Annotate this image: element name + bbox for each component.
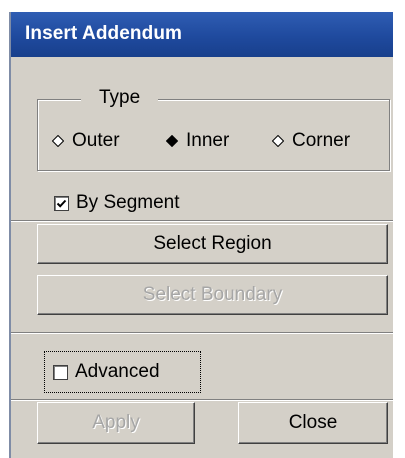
advanced-checkbox[interactable]: Advanced — [44, 351, 201, 393]
radio-inner-label: Inner — [186, 130, 230, 151]
radio-corner-label: Corner — [292, 130, 351, 151]
radio-outer-diamond-icon — [50, 133, 66, 149]
radio-corner-diamond-icon — [270, 133, 286, 149]
radio-inner[interactable]: Inner — [164, 130, 229, 152]
close-button[interactable]: Close — [238, 402, 388, 444]
select-boundary-button[interactable]: Select Boundary — [37, 275, 388, 315]
by-segment-checkbox[interactable]: By Segment — [54, 192, 180, 214]
advanced-label: Advanced — [75, 361, 160, 382]
window-title: Insert Addendum — [25, 23, 183, 44]
radio-corner[interactable]: Corner — [270, 130, 350, 152]
by-segment-check-icon — [54, 195, 69, 211]
divider — [11, 399, 393, 401]
type-group: Type Outer Inner Corner — [37, 87, 390, 171]
title-bar[interactable]: Insert Addendum — [11, 12, 393, 57]
divider — [11, 220, 393, 222]
radio-outer-label: Outer — [72, 130, 120, 151]
divider — [11, 332, 393, 334]
radio-inner-diamond-icon — [164, 133, 180, 149]
insert-addendum-dialog: Insert Addendum Type Outer Inner Corner … — [9, 12, 393, 458]
apply-button[interactable]: Apply — [37, 402, 195, 444]
select-region-button[interactable]: Select Region — [37, 224, 388, 264]
radio-outer[interactable]: Outer — [50, 130, 120, 152]
advanced-check-icon — [53, 364, 68, 380]
type-group-legend: Type — [81, 87, 159, 109]
by-segment-label: By Segment — [76, 192, 180, 213]
